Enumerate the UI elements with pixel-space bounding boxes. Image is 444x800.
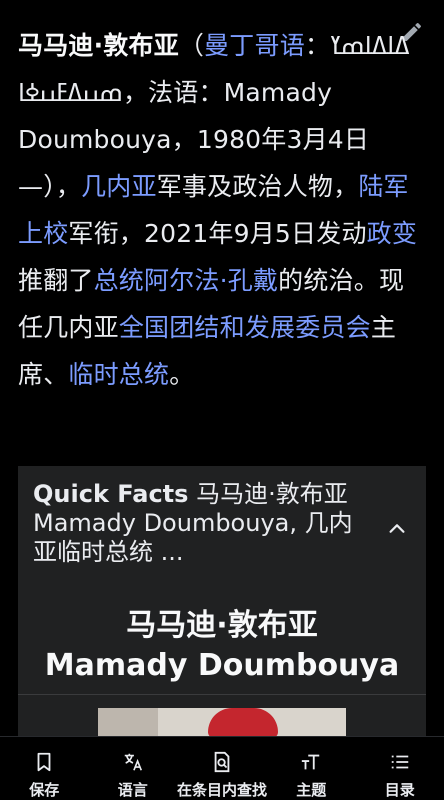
quick-facts-header[interactable]: Quick Facts 马马迪·敦布亚Mamady Doumbouya, 几内亚… (18, 466, 426, 594)
link-interim-president[interactable]: 临时总统 (68, 360, 169, 389)
link-mandinka[interactable]: 曼丁哥语 (204, 31, 305, 60)
infobox-name-latin: Mamady Doumbouya (44, 648, 400, 683)
language-button[interactable]: 语言 (89, 737, 178, 800)
text-fragment: 军衔，2021年9月5日发动 (68, 219, 367, 248)
contents-label: 目录 (384, 781, 415, 799)
text-size-icon (302, 754, 320, 770)
theme-button[interactable]: 主题 (267, 737, 356, 800)
link-alpha-conde[interactable]: 总统阿尔法·孔戴 (94, 266, 279, 295)
find-in-page-label: 在条目内查找 (177, 781, 268, 799)
text-fragment: （ (178, 31, 205, 60)
lead-paragraph: 马马迪·敦布亚（曼丁哥语：ߡߊߡߊߘߌ ߘߎߡߓߎߦߊ，法语：Mamady Do… (18, 22, 424, 398)
language-label: 语言 (117, 781, 148, 799)
bookmark-icon (37, 752, 51, 772)
contents-button[interactable]: 目录 (356, 737, 444, 800)
save-label: 保存 (29, 781, 60, 799)
infobox-title: 马马迪·敦布亚 Mamady Doumbouya (18, 594, 426, 686)
theme-label: 主题 (296, 781, 327, 799)
save-button[interactable]: 保存 (0, 737, 89, 800)
chevron-up-icon[interactable] (386, 518, 408, 540)
photo-red-beret (208, 708, 278, 738)
text-fragment: 推翻了 (18, 266, 94, 295)
translate-icon (124, 753, 142, 771)
find-in-page-button[interactable]: 在条目内查找 (177, 737, 267, 800)
link-coup[interactable]: 政变 (367, 219, 417, 248)
infobox-name-cn: 马马迪·敦布亚 (126, 608, 318, 643)
article-title: 马马迪·敦布亚 (18, 31, 179, 60)
text-fragment: 军事及政治人物， (156, 172, 359, 201)
bottom-toolbar: 保存 语言 在条目内查找 主题 目录 (0, 736, 444, 800)
contents-icon (391, 755, 409, 769)
quick-facts-label: Quick Facts (33, 480, 189, 508)
infobox: Quick Facts 马马迪·敦布亚Mamady Doumbouya, 几内亚… (18, 466, 426, 768)
link-cnrd[interactable]: 全国团结和发展委员会 (119, 313, 371, 342)
find-in-page-icon (214, 751, 230, 773)
infobox-divider (18, 694, 426, 695)
text-fragment: 。 (169, 360, 195, 389)
article-lead: 马马迪·敦布亚（曼丁哥语：ߡߊߡߊߘߌ ߘߎߡߓߎߦߊ，法语：Mamady Do… (18, 22, 424, 398)
link-guinea[interactable]: 几内亚 (81, 172, 157, 201)
